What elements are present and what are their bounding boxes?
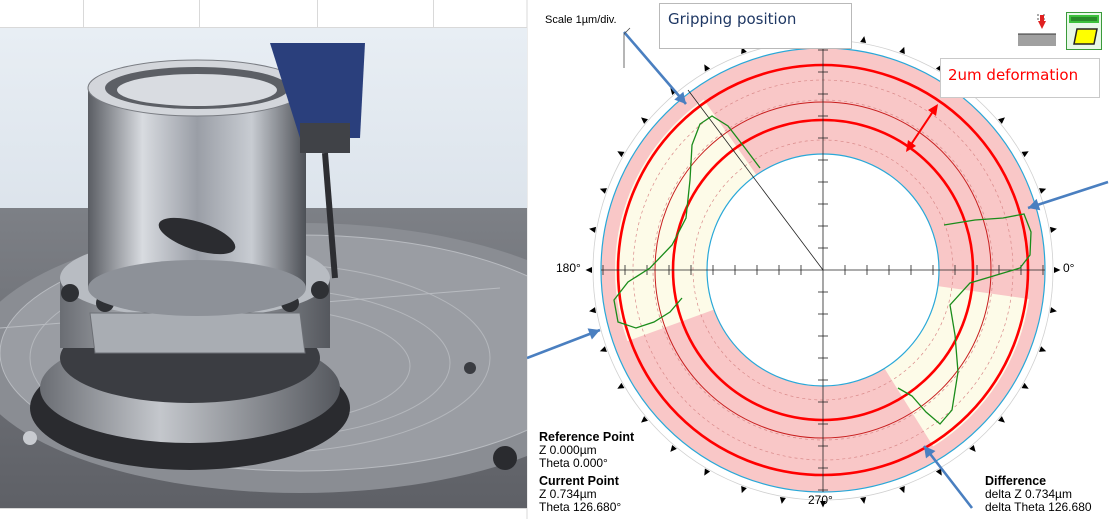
reference-point-theta: Theta 0.000°	[539, 456, 608, 470]
scale-label: Scale 1µm/div.	[545, 14, 617, 26]
angle-marker	[741, 486, 747, 494]
right-arrow	[1027, 180, 1109, 210]
angle-marker	[1049, 307, 1057, 314]
reference-point-title: Reference Point	[539, 430, 635, 444]
angle-180-label: 180°	[556, 261, 581, 275]
angle-marker	[599, 188, 607, 194]
bottom-arrow	[922, 445, 974, 509]
left-arrow	[527, 328, 601, 360]
angle-0-label: 0°	[1063, 261, 1075, 275]
angle-marker	[860, 36, 867, 44]
angle-marker	[589, 307, 597, 314]
angle-marker	[599, 346, 607, 352]
angle-marker	[1039, 188, 1047, 194]
angle-marker	[589, 226, 597, 233]
angle-marker	[899, 486, 905, 494]
current-point-title: Current Point	[539, 474, 619, 488]
level-icon[interactable]	[1066, 12, 1102, 50]
angle-marker	[779, 496, 786, 504]
difference-title: Difference	[985, 474, 1047, 488]
angle-marker	[585, 267, 592, 273]
angle-marker	[1054, 267, 1061, 273]
difference-delta-theta: delta Theta 126.680	[985, 500, 1092, 514]
angle-270-label: 270°	[808, 493, 833, 507]
angle-marker	[1049, 226, 1057, 233]
angle-marker	[860, 496, 867, 504]
current-point-theta: Theta 126.680°	[539, 500, 622, 514]
gripping-position-label: Gripping position	[668, 10, 797, 28]
measure-mode-icon[interactable]	[1016, 12, 1058, 48]
angle-marker	[1039, 346, 1047, 352]
angle-marker	[899, 46, 905, 54]
deformation-label: 2um deformation	[948, 66, 1079, 84]
workpiece-photo	[0, 28, 527, 508]
